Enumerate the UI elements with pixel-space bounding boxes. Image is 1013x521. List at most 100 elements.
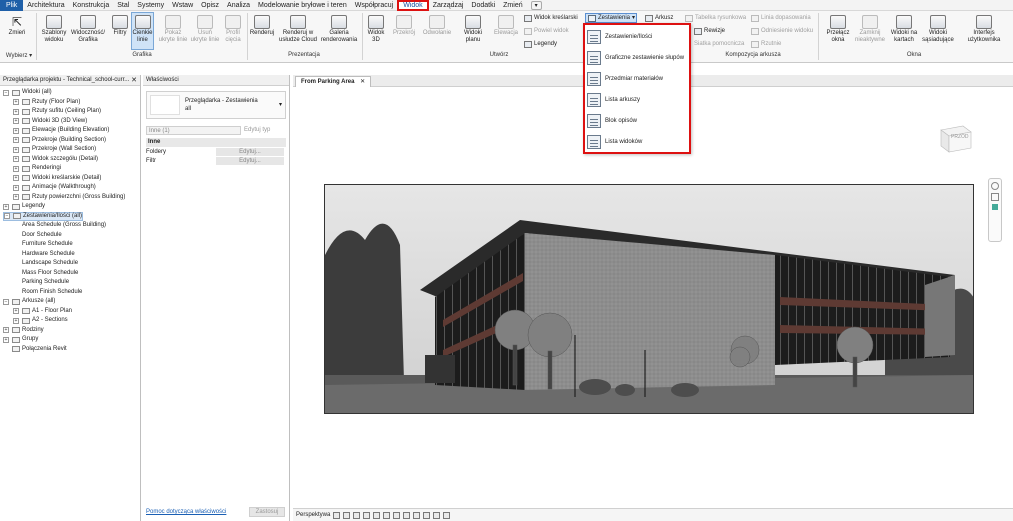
tree-item[interactable]: + Przekroje (Building Section) (13, 136, 106, 145)
expand-icon[interactable]: + (13, 165, 19, 172)
menu-wspolpracuj[interactable]: Współpracuj (351, 0, 398, 11)
expand-icon[interactable]: + (13, 118, 19, 124)
tree-item[interactable]: + Rzuty (Floor Plan) (13, 98, 80, 107)
guide-grid-button[interactable]: Siatka pomocnicza (694, 40, 744, 48)
tree-item[interactable]: Landscape Schedule (22, 259, 78, 268)
expand-icon[interactable]: + (13, 156, 19, 162)
unlock-3d-icon[interactable] (403, 511, 411, 519)
render-button[interactable]: Renderuj (249, 13, 275, 37)
expand-icon[interactable]: + (3, 203, 9, 210)
dropdown-item-sheet-list[interactable]: Lista arkuszy (587, 90, 687, 110)
expand-icon[interactable]: + (13, 146, 19, 153)
plan-views-button[interactable]: Widoki planu (458, 13, 488, 44)
apply-button[interactable]: Zastosuj (249, 507, 285, 517)
tab-views-button[interactable]: Widoki na kartach (888, 13, 920, 44)
elevation-button[interactable]: Elewacja (490, 13, 522, 37)
steering-wheel-icon[interactable] (991, 182, 999, 190)
tree-item[interactable]: − Zestawienia/Ilości (all) (3, 211, 84, 221)
tree-item[interactable]: + Rzuty powierzchni (Gross Building) (13, 193, 125, 202)
shadows-icon[interactable] (363, 511, 371, 519)
close-inactive-button[interactable]: Zamknij nieaktywne (854, 13, 886, 44)
view-templates-button[interactable]: Szablony widoku (40, 13, 68, 44)
menu-analiza[interactable]: Analiza (223, 0, 254, 11)
reveal-hidden-icon[interactable] (423, 511, 431, 519)
tree-item[interactable]: Furniture Schedule (22, 240, 73, 249)
menu-file[interactable]: Plik (0, 0, 24, 11)
dropdown-item-graphical-column-schedule[interactable]: Graficzne zestawienie słupów (587, 48, 687, 68)
menu-systemy[interactable]: Systemy (133, 0, 168, 11)
expand-icon[interactable]: + (13, 308, 19, 314)
visibility-graphics-button[interactable]: Widoczność/ Grafika (70, 13, 106, 44)
viewcube[interactable]: PRZÓD (933, 120, 975, 156)
highlight-displacement-icon[interactable] (443, 511, 451, 519)
filter-edit-button[interactable]: Edytuj... (216, 157, 284, 165)
expand-icon[interactable]: + (13, 127, 19, 134)
render-gallery-button[interactable]: Galeria renderowania (319, 13, 359, 44)
matchline-button[interactable]: Linia dopasowania (751, 14, 811, 22)
tree-item[interactable]: + Rzuty sufitu (Ceiling Plan) (13, 107, 101, 116)
tile-views-button[interactable]: Widoki sąsiadujące (922, 13, 954, 44)
close-icon[interactable]: ✕ (360, 79, 365, 85)
tree-item[interactable]: + A1 - Floor Plan (13, 307, 72, 316)
schedules-dropdown-button[interactable]: Zestawienia ▾ (585, 13, 637, 23)
expand-icon[interactable]: + (13, 175, 19, 181)
menu-stal[interactable]: Stal (113, 0, 133, 11)
drafting-view-button[interactable]: Widok kreślarski (524, 14, 578, 22)
close-icon[interactable]: ✕ (131, 75, 137, 85)
show-hidden-lines-button[interactable]: Pokaż ukryte linie (158, 13, 188, 44)
crop-view-icon[interactable] (383, 511, 391, 519)
tree-item[interactable]: − Arkusze (all) (3, 297, 55, 306)
properties-help-link[interactable]: Pomoc dotycząca właściwości (146, 509, 226, 515)
cloud-render-button[interactable]: Renderuj w usłudze Cloud (276, 13, 320, 44)
show-crop-icon[interactable] (393, 511, 401, 519)
tree-item[interactable]: Door Schedule (22, 231, 62, 240)
tree-item[interactable]: + Animacje (Walkthrough) (13, 183, 96, 192)
tree-item[interactable]: Room Finish Schedule (22, 288, 82, 297)
menu-zarzadzaj[interactable]: Zarządzaj (429, 0, 468, 11)
filters-button[interactable]: Filtry (110, 13, 130, 37)
menu-wstaw[interactable]: Wstaw (168, 0, 197, 11)
tree-item[interactable]: + Widoki 3D (3D View) (13, 117, 87, 126)
context-dropdown[interactable]: ▾ (530, 0, 542, 10)
type-selector[interactable]: Przeglądarka - Zestawienia all ▾ (146, 91, 286, 119)
expand-icon[interactable]: + (13, 184, 19, 191)
navigation-bar[interactable] (988, 178, 1002, 242)
callout-button[interactable]: Odwołanie (420, 13, 454, 37)
dropdown-item-material-takeoff[interactable]: Przedmiar materiałów (587, 69, 687, 89)
expand-icon[interactable]: + (13, 137, 19, 143)
expand-icon[interactable]: + (13, 108, 19, 115)
edit-type-button[interactable]: Edytuj typ (244, 126, 286, 135)
tree-item[interactable]: + Legendy (3, 202, 45, 211)
expand-icon[interactable]: + (13, 194, 19, 200)
expand-icon[interactable]: + (13, 317, 19, 324)
tree-item[interactable]: + Renderingi (13, 164, 61, 173)
duplicate-view-button[interactable]: Powiel widok (524, 27, 569, 35)
tree-item[interactable]: Mass Floor Schedule (22, 269, 78, 278)
tree-item[interactable]: + A2 - Sections (13, 316, 68, 325)
dropdown-item-note-block[interactable]: Blok opisów (587, 111, 687, 131)
remove-hidden-lines-button[interactable]: Usuń ukryte linie (190, 13, 220, 44)
view-mode-label[interactable]: Perspektywa (296, 512, 330, 518)
sun-path-icon[interactable] (353, 511, 361, 519)
menu-modelowanie[interactable]: Modelowanie bryłowe i teren (254, 0, 351, 11)
menu-konstrukcja[interactable]: Konstrukcja (69, 0, 114, 11)
detail-level-icon[interactable] (333, 511, 341, 519)
tree-item[interactable]: + Elewacje (Building Elevation) (13, 126, 109, 135)
tree-item[interactable]: − Widoki (all) (3, 88, 52, 97)
switch-windows-button[interactable]: Przełącz okna (824, 13, 852, 44)
expand-icon[interactable]: + (13, 99, 19, 105)
analytical-model-icon[interactable] (433, 511, 441, 519)
modify-button[interactable]: ⇱ Zmień (4, 13, 30, 37)
zoom-icon[interactable] (991, 193, 999, 201)
collapse-icon[interactable]: − (3, 89, 9, 96)
menu-dodatki[interactable]: Dodatki (467, 0, 499, 11)
wybierz-dropdown[interactable]: Wybierz ▾ (2, 52, 36, 59)
expand-icon[interactable]: + (3, 336, 9, 343)
tree-item[interactable]: + Grupy (3, 335, 38, 344)
menu-architektura[interactable]: Architektura (23, 0, 68, 11)
viewports-button[interactable]: Rzutnie (751, 40, 781, 48)
tree-item[interactable]: Hardware Schedule (22, 250, 75, 259)
cut-profile-button[interactable]: Profil cięcia (222, 13, 244, 44)
visual-style-icon[interactable] (343, 511, 351, 519)
dropdown-item-view-list[interactable]: Lista widoków (587, 132, 687, 152)
